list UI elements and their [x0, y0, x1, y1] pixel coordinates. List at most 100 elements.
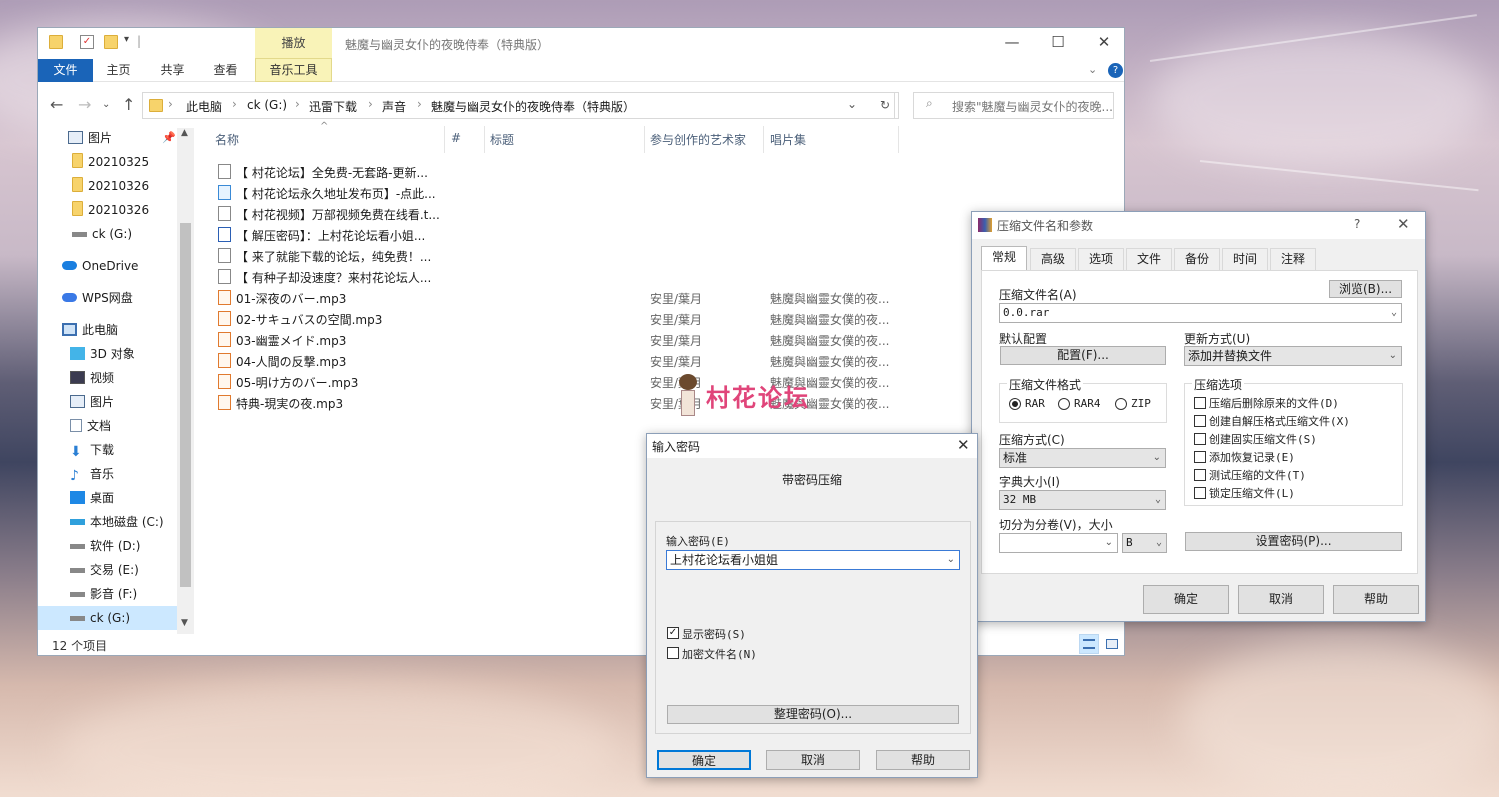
breadcrumb-this-pc[interactable]: 此电脑	[186, 98, 222, 115]
checkbox-sfx[interactable]	[1194, 415, 1206, 427]
nav-scrollbar[interactable]: ▲ ▼	[177, 128, 194, 634]
nav-item-drive-e[interactable]: 交易 (E:)	[70, 558, 139, 582]
cancel-button[interactable]: 取消	[1238, 585, 1324, 614]
checkbox-recovery[interactable]	[1194, 451, 1206, 463]
nav-item-wps-drive[interactable]: WPS网盘	[62, 286, 133, 310]
checkbox-lock[interactable]	[1194, 487, 1206, 499]
nav-item-drive[interactable]: ck (G:)	[72, 222, 132, 246]
split-size-input[interactable]: ⌄	[999, 533, 1118, 553]
customize-toolbar-icon[interactable]: ▾	[124, 34, 129, 45]
file-row[interactable]: 02-サキュバスの空間.mp3 安里/葉月 魅魔與幽靈女僕的夜...	[214, 308, 914, 329]
help-icon[interactable]: ?	[1354, 217, 1360, 231]
nav-item-pictures-pinned[interactable]: 图片	[68, 126, 112, 150]
breadcrumb-drive[interactable]: ck (G:)	[247, 98, 287, 112]
checkbox-test[interactable]	[1194, 469, 1206, 481]
tab-advanced[interactable]: 高级	[1030, 248, 1076, 270]
dictionary-select[interactable]: 32 MB ⌄	[999, 490, 1166, 510]
nav-item-drive-c[interactable]: 本地磁盘 (C:)	[70, 510, 164, 534]
back-icon[interactable]: ←	[50, 95, 63, 114]
tab-options[interactable]: 选项	[1078, 248, 1124, 270]
radio-rar4[interactable]	[1058, 398, 1070, 410]
address-dropdown-icon[interactable]: ⌄	[847, 97, 857, 111]
nav-item-pictures[interactable]: 图片	[70, 390, 114, 414]
method-select[interactable]: 标准 ⌄	[999, 448, 1166, 468]
tab-view[interactable]: 查看	[203, 59, 248, 82]
file-row[interactable]: 【 村花视频】万部视频免费在线看.t...	[214, 203, 914, 224]
up-icon[interactable]: ↑	[122, 95, 135, 114]
nav-item-folder[interactable]: 20210325	[72, 150, 149, 174]
details-view-button[interactable]	[1079, 634, 1099, 654]
file-row[interactable]: 【 村花论坛永久地址发布页】-点此...	[214, 182, 914, 203]
minimize-button[interactable]: —	[989, 28, 1035, 58]
nav-item-folder[interactable]: 20210326	[72, 174, 149, 198]
breadcrumb-sound[interactable]: 声音	[382, 98, 406, 115]
radio-zip[interactable]	[1115, 398, 1127, 410]
help-button[interactable]: 帮助	[876, 750, 970, 770]
tab-home[interactable]: 主页	[96, 59, 141, 82]
large-icons-view-button[interactable]	[1102, 634, 1122, 654]
folder-icon[interactable]	[49, 35, 63, 49]
ribbon-expand-icon[interactable]: ⌄	[1088, 63, 1097, 76]
close-icon[interactable]: ✕	[957, 436, 970, 454]
file-row[interactable]: 04-人間の反撃.mp3 安里/葉月 魅魔與幽靈女僕的夜...	[214, 350, 914, 371]
close-button[interactable]: ✕	[1081, 28, 1124, 58]
chevron-down-icon[interactable]: ⌄	[1105, 534, 1113, 552]
properties-icon[interactable]: ✓	[80, 35, 94, 49]
file-row[interactable]: 03-幽霊メイド.mp3 安里/葉月 魅魔與幽靈女僕的夜...	[214, 329, 914, 350]
update-mode-select[interactable]: 添加并替换文件 ⌄	[1184, 346, 1402, 366]
checkbox-delete-after[interactable]	[1194, 397, 1206, 409]
column-number[interactable]: #	[451, 131, 461, 145]
nav-item-drive-g-selected[interactable]: ck (G:)	[38, 606, 177, 630]
checkbox-solid[interactable]	[1194, 433, 1206, 445]
nav-item-onedrive[interactable]: OneDrive	[62, 254, 138, 278]
nav-item-documents[interactable]: 文档	[70, 414, 111, 438]
nav-item-folder[interactable]: 20210326	[72, 198, 149, 222]
column-divider[interactable]	[484, 126, 485, 153]
archive-name-input[interactable]: 0.0.rar ⌄	[999, 303, 1402, 323]
profiles-button[interactable]: 配置(F)...	[1000, 346, 1166, 365]
tab-share[interactable]: 共享	[150, 59, 195, 82]
chevron-down-icon[interactable]: ⌄	[1153, 449, 1161, 467]
context-tab-play[interactable]: 播放	[255, 28, 332, 59]
ok-button[interactable]: 确定	[1143, 585, 1229, 614]
nav-item-this-pc[interactable]: 此电脑	[62, 318, 118, 342]
tab-backup[interactable]: 备份	[1174, 248, 1220, 270]
column-artist[interactable]: 参与创作的艺术家	[650, 131, 746, 148]
column-divider[interactable]	[444, 126, 445, 153]
nav-item-downloads[interactable]: ⬇ 下载	[70, 438, 114, 462]
new-folder-icon[interactable]	[104, 35, 118, 49]
chevron-down-icon[interactable]: ⌄	[1155, 491, 1161, 509]
nav-item-desktop[interactable]: 桌面	[70, 486, 114, 510]
column-divider[interactable]	[898, 126, 899, 153]
password-input[interactable]: 上村花论坛看小姐姐 ⌄	[666, 550, 960, 570]
scroll-down-icon[interactable]: ▼	[181, 618, 188, 628]
set-password-button[interactable]: 设置密码(P)...	[1185, 532, 1402, 551]
scroll-up-icon[interactable]: ▲	[181, 128, 188, 138]
help-button[interactable]: 帮助	[1333, 585, 1419, 614]
checkbox-encrypt-names[interactable]	[667, 647, 679, 659]
pin-icon[interactable]: 📌	[162, 131, 176, 144]
close-icon[interactable]: ✕	[1397, 215, 1410, 233]
tab-music-tools[interactable]: 音乐工具	[255, 59, 332, 82]
address-bar[interactable]: › 此电脑 › ck (G:) › 迅雷下载 › 声音 › 魅魔与幽灵女仆的夜晚…	[142, 92, 895, 119]
tab-file[interactable]: 文件	[38, 59, 93, 82]
search-input[interactable]: 搜索"魅魔与幽灵女仆的夜晚...	[913, 92, 1114, 119]
ok-button[interactable]: 确定	[657, 750, 751, 770]
column-divider[interactable]	[644, 126, 645, 153]
organize-passwords-button[interactable]: 整理密码(O)...	[667, 705, 959, 724]
file-row[interactable]: 【 有种子却没速度？来村花论坛人...	[214, 266, 914, 287]
recent-dropdown-icon[interactable]: ⌄	[102, 99, 110, 110]
chevron-down-icon[interactable]: ⌄	[1391, 304, 1397, 322]
file-row[interactable]: 【 来了就能下载的论坛，纯免费！...	[214, 245, 914, 266]
forward-icon[interactable]: →	[78, 95, 91, 114]
radio-rar[interactable]	[1009, 398, 1021, 410]
tab-comment[interactable]: 注释	[1270, 248, 1316, 270]
chevron-down-icon[interactable]: ⌄	[947, 551, 955, 569]
column-divider[interactable]	[763, 126, 764, 153]
help-icon[interactable]: ?	[1108, 63, 1123, 78]
column-title[interactable]: 标题	[490, 131, 514, 148]
maximize-button[interactable]: ☐	[1035, 28, 1081, 58]
browse-button[interactable]: 浏览(B)...	[1329, 280, 1402, 298]
nav-item-3d-objects[interactable]: 3D 对象	[70, 342, 135, 366]
nav-item-drive-f[interactable]: 影音 (F:)	[70, 582, 137, 606]
